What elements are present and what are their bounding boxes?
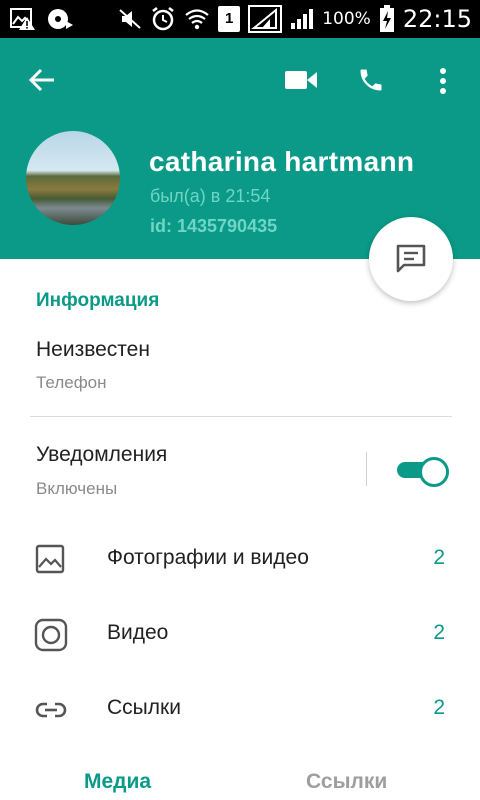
tab-links[interactable]: Ссылки <box>306 770 387 794</box>
back-arrow-icon[interactable] <box>28 67 56 93</box>
battery-charging-icon <box>379 5 394 32</box>
divider <box>30 416 452 417</box>
media-row-photos[interactable]: Фотографии и видео 2 <box>0 534 480 584</box>
wifi-icon <box>185 9 209 30</box>
more-vert-icon[interactable] <box>438 67 448 95</box>
video-round-icon <box>34 618 68 652</box>
link-icon <box>35 702 67 718</box>
video-call-icon[interactable] <box>284 69 318 91</box>
message-button[interactable] <box>369 217 453 301</box>
phone-value[interactable]: Неизвестен <box>36 338 150 362</box>
bottom-tabs: Медиа Ссылки <box>0 760 480 800</box>
media-label: Ссылки <box>107 696 181 719</box>
media-icon <box>48 9 73 29</box>
status-right-icons: 1 100% 22:15 <box>118 4 472 34</box>
photo-icon <box>35 544 65 574</box>
contact-name: catharina hartmann <box>149 146 415 177</box>
media-count: 2 <box>433 621 445 644</box>
phone-call-icon[interactable] <box>357 66 385 94</box>
last-seen: был(а) в 21:54 <box>150 186 271 206</box>
notifications-value[interactable]: Уведомления <box>36 443 167 467</box>
media-label: Видео <box>107 621 169 644</box>
vertical-separator <box>366 452 367 486</box>
toggle-knob <box>419 457 449 487</box>
media-label: Фотографии и видео <box>107 546 309 569</box>
signal-icon <box>248 5 283 33</box>
sim-icon: 1 <box>218 6 241 32</box>
gallery-warning-icon <box>10 8 35 30</box>
signal-strength-icon <box>291 9 314 29</box>
avatar[interactable] <box>26 131 120 225</box>
media-count: 2 <box>433 696 445 719</box>
tab-media[interactable]: Медиа <box>84 770 151 794</box>
message-icon <box>396 244 426 273</box>
notifications-toggle[interactable] <box>395 456 449 487</box>
media-row-video[interactable]: Видео 2 <box>0 609 480 659</box>
battery-percent: 100% <box>322 9 371 29</box>
phone-label: Телефон <box>36 373 107 392</box>
notifications-label: Включены <box>36 479 118 498</box>
status-left-icons <box>10 7 74 31</box>
media-row-links[interactable]: Ссылки 2 <box>0 684 480 734</box>
info-section-title: Информация <box>36 290 160 311</box>
clock: 22:15 <box>402 5 472 33</box>
media-count: 2 <box>433 546 445 569</box>
status-bar: 1 100% 22:15 <box>0 0 480 38</box>
user-id: id: 1435790435 <box>150 216 278 236</box>
alarm-icon <box>152 7 174 31</box>
mute-icon <box>119 9 141 29</box>
